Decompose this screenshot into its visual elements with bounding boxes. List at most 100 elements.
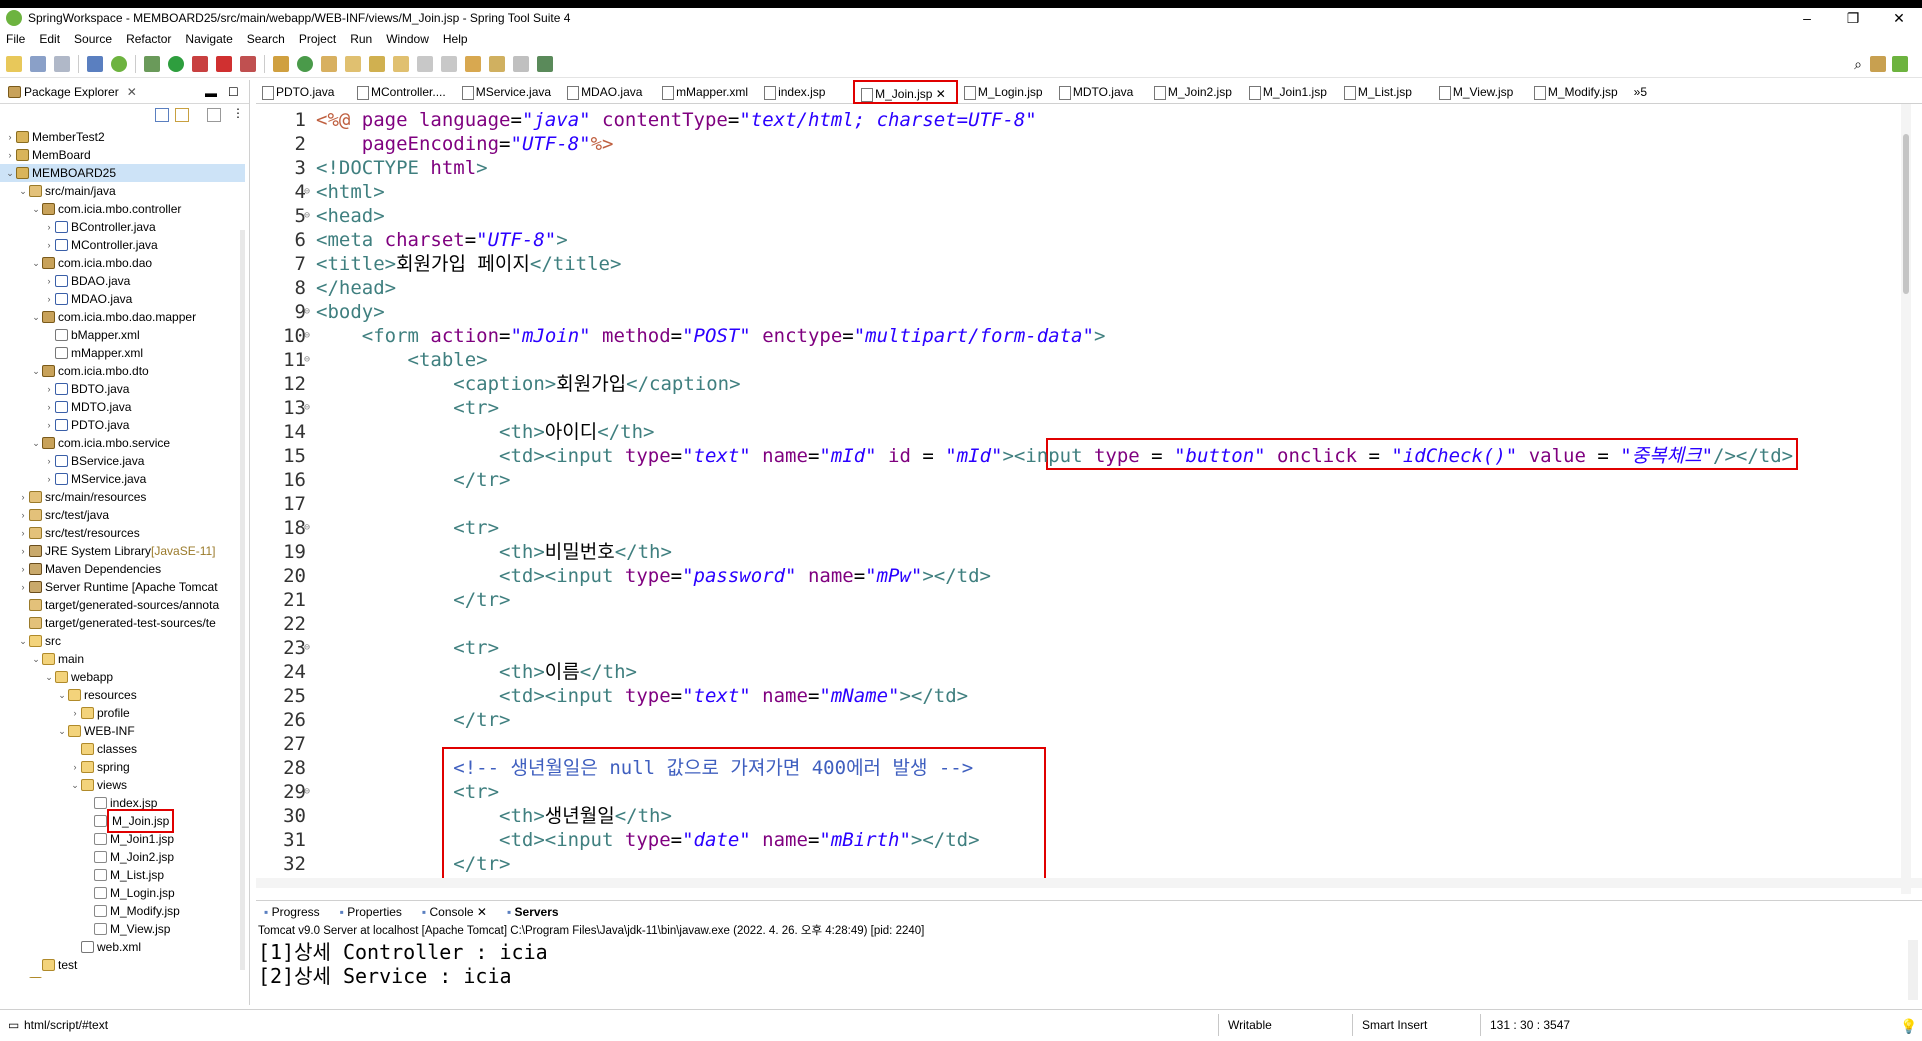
stop-icon[interactable] [216, 55, 232, 72]
link-with-editor-icon[interactable] [175, 108, 189, 122]
next-annotation-icon[interactable] [441, 55, 457, 72]
close-console-icon[interactable]: ✕ [474, 905, 487, 919]
tree-item[interactable]: › JRE System Library [JavaSE-11] [0, 542, 245, 560]
expand-twisty-icon[interactable]: › [43, 470, 55, 488]
tree-item[interactable]: classes [0, 740, 245, 758]
tree-item[interactable]: › PDTO.java [0, 416, 245, 434]
expand-twisty-icon[interactable]: › [43, 452, 55, 470]
editor-tab[interactable]: MService.java [456, 80, 561, 104]
minimize-view-icon[interactable]: ▬ [205, 86, 217, 100]
fold-toggle-icon[interactable]: ⊖ [304, 780, 310, 804]
collapse-twisty-icon[interactable]: ⌄ [56, 722, 68, 740]
tree-item[interactable]: › MDTO.java [0, 398, 245, 416]
open-task-icon[interactable] [393, 55, 409, 72]
tab-overflow-icon[interactable]: »5 [1634, 85, 1647, 99]
forward-icon[interactable] [513, 55, 529, 72]
tree-item[interactable]: M_Login.jsp [0, 884, 245, 902]
expand-twisty-icon[interactable]: › [17, 488, 29, 506]
menu-run[interactable]: Run [350, 32, 372, 46]
tree-item[interactable]: › src/test/java [0, 506, 245, 524]
tree-item[interactable]: mMapper.xml [0, 344, 245, 362]
open-perspective-icon[interactable] [1870, 56, 1886, 72]
tree-item[interactable]: M_Join1.jsp [0, 830, 245, 848]
editor-tab[interactable]: M_Login.jsp [958, 80, 1053, 104]
menu-project[interactable]: Project [299, 32, 336, 46]
tree-item[interactable]: ⌄ com.icia.mbo.service [0, 434, 245, 452]
tree-item[interactable]: › MService.java [0, 470, 245, 488]
terminal-icon[interactable] [87, 55, 103, 72]
tree-item[interactable]: › src/main/resources [0, 488, 245, 506]
bottom-tab-console[interactable]: ▪ Console ✕ [422, 905, 487, 919]
tree-item[interactable]: › Maven Dependencies [0, 560, 245, 578]
code-editor[interactable]: 1 <%@ page language="java" contentType="t… [256, 104, 1922, 894]
editor-horizontal-scrollbar[interactable] [256, 878, 1922, 888]
expand-twisty-icon[interactable]: › [17, 524, 29, 542]
bottom-tab-properties[interactable]: ▪ Properties [340, 905, 402, 919]
expand-twisty-icon[interactable]: › [43, 416, 55, 434]
maximize-button[interactable]: ❐ [1830, 8, 1876, 28]
filters-icon[interactable] [207, 108, 221, 122]
fold-toggle-icon[interactable]: ⊖ [304, 300, 310, 324]
tree-item[interactable]: ⌄ com.icia.mbo.dao [0, 254, 245, 272]
quick-access-search-icon[interactable]: ⌕ [1854, 56, 1862, 73]
tree-item[interactable]: › MemberTest2 [0, 128, 245, 146]
collapse-twisty-icon[interactable]: ⌄ [30, 434, 42, 452]
bottom-tab-progress[interactable]: ▪ Progress [264, 905, 320, 919]
expand-twisty-icon[interactable]: › [43, 398, 55, 416]
expand-twisty-icon[interactable]: › [43, 236, 55, 254]
tree-item[interactable]: web.xml [0, 938, 245, 956]
tree-item[interactable]: ⌄ com.icia.mbo.controller [0, 200, 245, 218]
tree-item[interactable]: ⌄ src/main/java [0, 182, 245, 200]
menu-window[interactable]: Window [386, 32, 429, 46]
tree-item[interactable]: index.jsp [0, 794, 245, 812]
tree-item[interactable]: ⌄ resources [0, 686, 245, 704]
close-button[interactable]: ✕ [1876, 8, 1922, 28]
editor-tab[interactable]: index.jsp [758, 80, 853, 104]
editor-tab[interactable]: MDAO.java [561, 80, 656, 104]
editor-tab[interactable]: mMapper.xml [656, 80, 758, 104]
expand-twisty-icon[interactable]: › [43, 380, 55, 398]
collapse-twisty-icon[interactable]: ⌄ [30, 650, 42, 668]
annotation-icon[interactable] [417, 55, 433, 72]
collapse-twisty-icon[interactable]: ⌄ [43, 668, 55, 686]
new-icon[interactable] [6, 55, 22, 72]
editor-tab[interactable]: M_Join.jsp ✕ [853, 79, 958, 104]
open-resource-icon[interactable] [345, 55, 361, 72]
tree-item[interactable]: ⌄ WEB-INF [0, 722, 245, 740]
expand-twisty-icon[interactable]: › [17, 578, 29, 596]
expand-twisty-icon[interactable]: › [17, 506, 29, 524]
menu-refactor[interactable]: Refactor [126, 32, 171, 46]
collapse-twisty-icon[interactable]: ⌄ [17, 182, 29, 200]
run-config-icon[interactable] [192, 55, 208, 72]
fold-toggle-icon[interactable]: ⊖ [304, 396, 310, 420]
expand-twisty-icon[interactable]: › [4, 146, 16, 164]
tips-icon[interactable]: 💡 [1900, 1018, 1917, 1035]
editor-tab[interactable]: PDTO.java [256, 80, 351, 104]
expand-twisty-icon[interactable]: › [43, 290, 55, 308]
editor-tab[interactable]: M_Modify.jsp [1528, 80, 1628, 104]
menu-help[interactable]: Help [443, 32, 468, 46]
tree-item[interactable]: bMapper.xml [0, 326, 245, 344]
tree-item[interactable]: › spring [0, 758, 245, 776]
tree-item[interactable]: ⌄ src [0, 632, 245, 650]
run-icon[interactable] [168, 55, 184, 72]
menu-file[interactable]: File [6, 32, 25, 46]
tree-item[interactable]: › BService.java [0, 452, 245, 470]
fold-toggle-icon[interactable]: ⊖ [304, 348, 310, 372]
tree-item[interactable]: › MemBoard [0, 146, 245, 164]
tree-item[interactable]: M_Modify.jsp [0, 902, 245, 920]
pin-editor-icon[interactable] [537, 55, 553, 72]
tree-item[interactable]: › BController.java [0, 218, 245, 236]
editor-tab[interactable]: M_Join1.jsp [1243, 80, 1338, 104]
collapse-twisty-icon[interactable]: ⌄ [56, 686, 68, 704]
tree-item[interactable]: › MController.java [0, 236, 245, 254]
view-menu-icon[interactable]: ⋮ [232, 106, 244, 120]
editor-tab[interactable]: MController.... [351, 80, 456, 104]
editor-tab[interactable]: M_List.jsp [1338, 80, 1433, 104]
tree-item[interactable]: M_Join2.jsp [0, 848, 245, 866]
tree-item[interactable]: ⌄ webapp [0, 668, 245, 686]
tree-scrollbar[interactable] [240, 230, 245, 970]
menu-source[interactable]: Source [74, 32, 112, 46]
tree-item[interactable]: › target [0, 974, 245, 978]
close-tab-icon[interactable]: ✕ [932, 87, 946, 101]
